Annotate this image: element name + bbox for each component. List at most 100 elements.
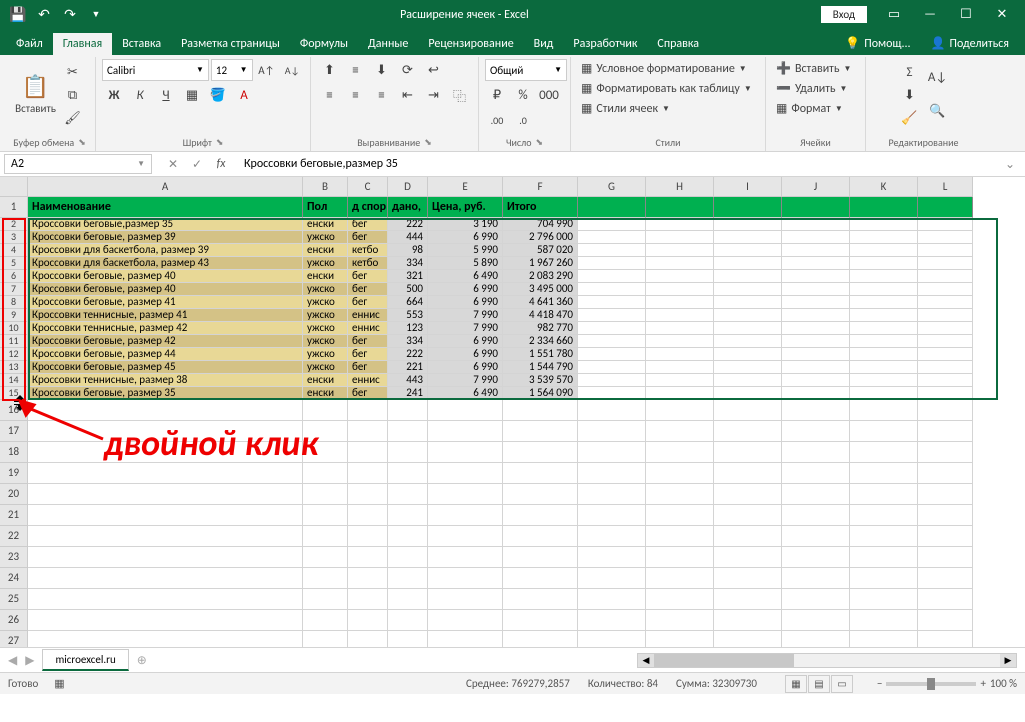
cell[interactable] (782, 484, 850, 505)
paste-button[interactable]: 📋 Вставить (15, 61, 57, 127)
cell[interactable]: 553 (388, 309, 428, 322)
cell[interactable] (918, 361, 973, 374)
zoom-out-button[interactable]: − (877, 677, 882, 690)
percent-button[interactable]: % (511, 84, 535, 106)
cell[interactable] (578, 257, 646, 270)
cell[interactable] (388, 610, 428, 631)
insert-cells-button[interactable]: ➕Вставить▼ (772, 59, 859, 78)
cell[interactable] (503, 400, 578, 421)
decrease-font-button[interactable]: A↓ (280, 59, 304, 81)
cell[interactable]: ужско (303, 257, 348, 270)
cell[interactable] (850, 610, 918, 631)
cell[interactable] (918, 270, 973, 283)
cell[interactable] (28, 589, 303, 610)
cell[interactable]: ужско (303, 348, 348, 361)
cell[interactable] (578, 421, 646, 442)
cell[interactable]: бег (348, 231, 388, 244)
cell[interactable] (646, 547, 714, 568)
cell[interactable]: ужско (303, 335, 348, 348)
cell[interactable] (850, 442, 918, 463)
cell[interactable] (503, 568, 578, 589)
cell[interactable] (348, 526, 388, 547)
cell[interactable] (850, 421, 918, 442)
increase-decimal-button[interactable]: .00 (485, 109, 509, 131)
qat-customize-icon[interactable]: ▼ (84, 4, 108, 26)
cell[interactable] (388, 484, 428, 505)
cell[interactable]: 500 (388, 283, 428, 296)
header-cell[interactable]: дано, (388, 197, 428, 218)
cell[interactable] (918, 387, 973, 400)
cell[interactable] (714, 218, 782, 231)
row-header[interactable]: 27 (0, 631, 28, 647)
row-header[interactable]: 25 (0, 589, 28, 610)
cell[interactable] (28, 547, 303, 568)
maximize-icon[interactable]: ☐ (949, 4, 983, 26)
cell[interactable] (428, 400, 503, 421)
cell[interactable]: 2 796 000 (503, 231, 578, 244)
cell[interactable] (714, 270, 782, 283)
cell[interactable] (850, 589, 918, 610)
cell[interactable]: 334 (388, 335, 428, 348)
row-header[interactable]: 19 (0, 463, 28, 484)
cell[interactable] (782, 244, 850, 257)
cell[interactable]: енски (303, 270, 348, 283)
cell[interactable] (646, 218, 714, 231)
cell[interactable]: 321 (388, 270, 428, 283)
ribbon-options-icon[interactable]: ▭ (877, 4, 911, 26)
tab-данные[interactable]: Данные (358, 33, 418, 55)
cell[interactable]: ужско (303, 322, 348, 335)
cell[interactable]: 3 495 000 (503, 283, 578, 296)
cell[interactable]: Кроссовки беговые,размер 35 (28, 218, 303, 231)
increase-indent-button[interactable]: ⇥ (422, 84, 446, 106)
cell[interactable] (503, 631, 578, 647)
cell[interactable] (388, 505, 428, 526)
tab-справка[interactable]: Справка (647, 33, 709, 55)
cell[interactable] (918, 526, 973, 547)
column-header-J[interactable]: J (782, 177, 850, 197)
cell[interactable] (782, 526, 850, 547)
cell[interactable] (918, 218, 973, 231)
cell[interactable]: 6 990 (428, 361, 503, 374)
delete-cells-button[interactable]: ➖Удалить▼ (772, 79, 859, 98)
cell[interactable]: 3 190 (428, 218, 503, 231)
cell[interactable] (850, 348, 918, 361)
cell[interactable] (782, 309, 850, 322)
cell[interactable] (850, 374, 918, 387)
sheet-nav-prev[interactable]: ◀ (8, 653, 17, 668)
cell[interactable] (28, 505, 303, 526)
sheet-nav-next[interactable]: ▶ (25, 653, 34, 668)
cell[interactable] (303, 400, 348, 421)
worksheet-grid[interactable]: ABCDEFGHIJKL 123456789101112131415161718… (0, 177, 1025, 647)
clear-button[interactable]: 🧹 (898, 107, 922, 129)
cell[interactable] (646, 244, 714, 257)
header-cell[interactable] (578, 197, 646, 218)
cell[interactable]: ужско (303, 231, 348, 244)
cell[interactable]: ужско (303, 283, 348, 296)
font-dialog-launcher[interactable]: ⬊ (216, 137, 224, 148)
cell[interactable] (714, 335, 782, 348)
cell[interactable] (646, 296, 714, 309)
cell[interactable] (348, 631, 388, 647)
cell[interactable]: бег (348, 283, 388, 296)
cell[interactable] (918, 348, 973, 361)
cut-button[interactable]: ✂ (61, 61, 85, 83)
cell[interactable] (714, 505, 782, 526)
cell[interactable] (646, 505, 714, 526)
orientation-button[interactable]: ⟳ (396, 59, 420, 81)
header-cell[interactable] (714, 197, 782, 218)
cell[interactable] (782, 322, 850, 335)
cell[interactable]: Кроссовки беговые, размер 39 (28, 231, 303, 244)
close-icon[interactable]: ✕ (985, 4, 1019, 26)
cell[interactable]: 664 (388, 296, 428, 309)
cell[interactable] (578, 231, 646, 244)
cell[interactable]: 2 334 660 (503, 335, 578, 348)
cell[interactable]: Кроссовки теннисные, размер 42 (28, 322, 303, 335)
cell[interactable] (28, 631, 303, 647)
cell[interactable] (578, 374, 646, 387)
new-sheet-button[interactable]: ⊕ (137, 653, 147, 668)
cell[interactable] (918, 484, 973, 505)
number-dialog-launcher[interactable]: ⬊ (536, 137, 544, 148)
cell[interactable] (714, 484, 782, 505)
cell[interactable] (348, 610, 388, 631)
cell[interactable] (388, 631, 428, 647)
